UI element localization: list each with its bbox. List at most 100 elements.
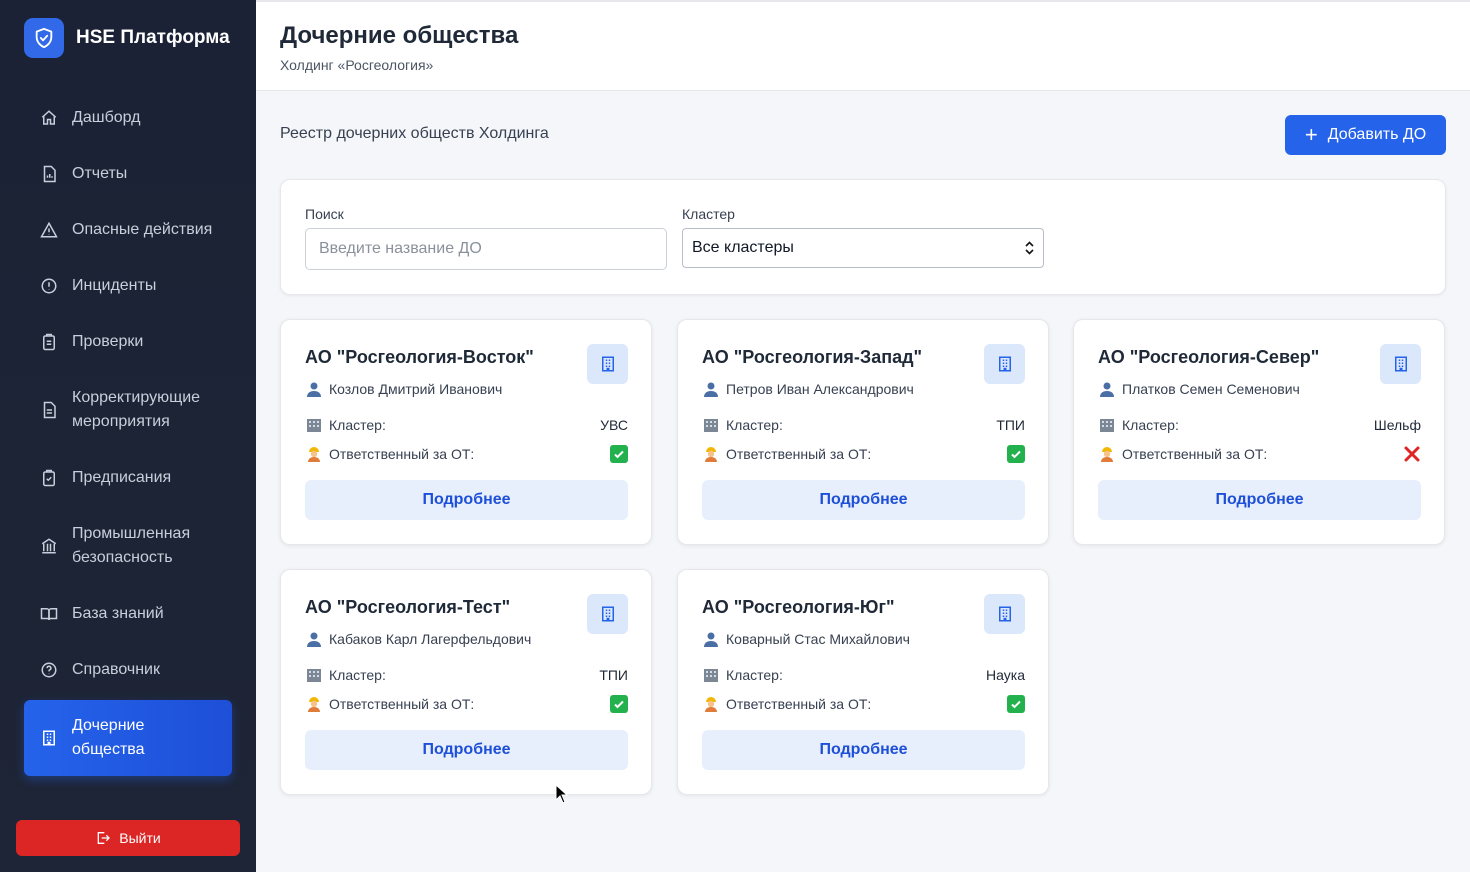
card-title: АО "Росгеология-Запад": [702, 347, 923, 367]
cluster-select[interactable]: Все кластеры: [682, 228, 1044, 268]
card-cluster-row: Кластер: ТПИ: [305, 667, 628, 683]
card-title: АО "Росгеология-Юг": [702, 597, 895, 617]
alert-circle-icon: [40, 277, 58, 295]
card-cluster-row: Кластер: Шельф: [1098, 417, 1421, 433]
home-icon: [40, 109, 58, 127]
sidebar-item-hazards[interactable]: Опасные действия: [24, 204, 232, 256]
worker-icon: [1098, 446, 1116, 462]
responsible-label: Ответственный за ОТ:: [329, 696, 475, 712]
worker-icon: [305, 696, 323, 712]
sidebar-item-corrective-actions[interactable]: Корректирующие мероприятия: [24, 372, 232, 448]
sidebar-item-dashboard[interactable]: Дашборд: [24, 92, 232, 144]
card-person-name: Козлов Дмитрий Иванович: [329, 381, 503, 397]
sidebar-item-industrial-safety[interactable]: Промышленная безопасность: [24, 508, 232, 584]
office-building-icon: [305, 417, 323, 433]
sidebar-item-label: Инциденты: [72, 277, 157, 294]
sidebar-item-label: Отчеты: [72, 165, 128, 182]
card-person: Коварный Стас Михайлович: [702, 631, 910, 647]
responsible-label: Ответственный за ОТ:: [1122, 446, 1268, 462]
logout-label: Выйти: [119, 830, 161, 846]
card-responsible-row: Ответственный за ОТ:: [1098, 445, 1421, 463]
document-icon: [40, 401, 58, 419]
sidebar-nav: Дашборд Отчеты Опасные действия Инцидент…: [24, 92, 232, 780]
card-cluster-row: Кластер: УВС: [305, 417, 628, 433]
subsidiary-card: АО "Росгеология-Восток" Козлов Дмитрий Ив…: [280, 319, 652, 545]
card-person: Платков Семен Семенович: [1098, 381, 1300, 397]
cluster-label: Кластер:: [329, 417, 386, 433]
card-responsible-row: Ответственный за ОТ:: [702, 445, 1025, 463]
check-icon: [1007, 445, 1025, 463]
check-icon: [610, 445, 628, 463]
cluster-value: ТПИ: [599, 667, 628, 683]
subsidiary-card: АО "Росгеология-Запад" Петров Иван Алекса…: [677, 319, 1049, 545]
office-building-icon: [1098, 417, 1116, 433]
sidebar-item-knowledge-base[interactable]: База знаний: [24, 588, 232, 640]
details-button[interactable]: Подробнее: [305, 480, 628, 520]
card-title: АО "Росгеология-Север": [1098, 347, 1320, 367]
subsidiary-card: АО "Росгеология-Тест" Кабаков Карл Лагерф…: [280, 569, 652, 795]
sidebar-item-reports[interactable]: Отчеты: [24, 148, 232, 200]
card-cluster-row: Кластер: Наука: [702, 667, 1025, 683]
search-input[interactable]: [305, 228, 667, 270]
person-icon: [702, 381, 720, 397]
sidebar-item-label: База знаний: [72, 605, 164, 622]
card-title: АО "Росгеология-Тест": [305, 597, 511, 617]
clipboard-check-icon: [40, 469, 58, 487]
card-cluster-row: Кластер: ТПИ: [702, 417, 1025, 433]
cluster-label: Кластер: [682, 206, 735, 222]
card-person-name: Петров Иван Александрович: [726, 381, 914, 397]
cluster-select-value: Все кластеры: [692, 239, 794, 256]
sidebar-item-reference[interactable]: Справочник: [24, 644, 232, 696]
cluster-value: Шельф: [1373, 417, 1421, 433]
card-responsible-row: Ответственный за ОТ:: [702, 695, 1025, 713]
cluster-value: УВС: [600, 417, 628, 433]
card-person-name: Коварный Стас Михайлович: [726, 631, 910, 647]
sidebar-item-label: Справочник: [72, 661, 160, 678]
details-button[interactable]: Подробнее: [305, 730, 628, 770]
sidebar-item-label: Корректирующие мероприятия: [72, 389, 201, 430]
details-button[interactable]: Подробнее: [1098, 480, 1421, 520]
card-title: АО "Росгеология-Восток": [305, 347, 534, 367]
plus-icon: +: [1304, 122, 1318, 147]
check-icon: [610, 695, 628, 713]
details-button[interactable]: Подробнее: [702, 480, 1025, 520]
card-person-name: Платков Семен Семенович: [1122, 381, 1300, 397]
card-person: Козлов Дмитрий Иванович: [305, 381, 502, 397]
app-logo[interactable]: HSE Платформа: [24, 18, 230, 58]
bank-icon: [40, 537, 58, 555]
logout-icon: [95, 830, 111, 846]
person-icon: [305, 631, 323, 647]
page-title: Дочерние общества: [280, 22, 519, 49]
book-icon: [40, 605, 58, 623]
sidebar-item-orders[interactable]: Предписания: [24, 452, 232, 504]
card-responsible-row: Ответственный за ОТ:: [305, 695, 628, 713]
responsible-label: Ответственный за ОТ:: [726, 696, 872, 712]
select-arrows-icon: [1025, 241, 1034, 255]
add-subsidiary-button[interactable]: + Добавить ДО: [1285, 115, 1446, 155]
details-button[interactable]: Подробнее: [702, 730, 1025, 770]
check-icon: [1007, 695, 1025, 713]
sidebar-item-label: Проверки: [72, 333, 144, 350]
mouse-cursor-icon: [555, 783, 569, 809]
logout-button[interactable]: Выйти: [16, 820, 240, 856]
responsible-label: Ответственный за ОТ:: [329, 446, 475, 462]
sidebar-item-inspections[interactable]: Проверки: [24, 316, 232, 368]
report-icon: [40, 165, 58, 183]
cluster-label: Кластер:: [1122, 417, 1179, 433]
sidebar-item-subsidiaries[interactable]: Дочерние общества: [24, 700, 232, 776]
building-icon: [984, 594, 1025, 634]
person-icon: [305, 381, 323, 397]
worker-icon: [305, 446, 323, 462]
sidebar-item-label: Промышленная безопасность: [72, 525, 191, 566]
registry-title: Реестр дочерних обществ Холдинга: [280, 125, 549, 142]
sidebar-item-label: Опасные действия: [72, 221, 213, 238]
person-icon: [1098, 381, 1116, 397]
cluster-label: Кластер:: [329, 667, 386, 683]
cluster-label: Кластер:: [726, 417, 783, 433]
cross-icon: [1403, 445, 1421, 463]
building-icon: [984, 344, 1025, 384]
card-person: Петров Иван Александрович: [702, 381, 914, 397]
building-icon: [587, 344, 628, 384]
person-icon: [702, 631, 720, 647]
sidebar-item-incidents[interactable]: Инциденты: [24, 260, 232, 312]
